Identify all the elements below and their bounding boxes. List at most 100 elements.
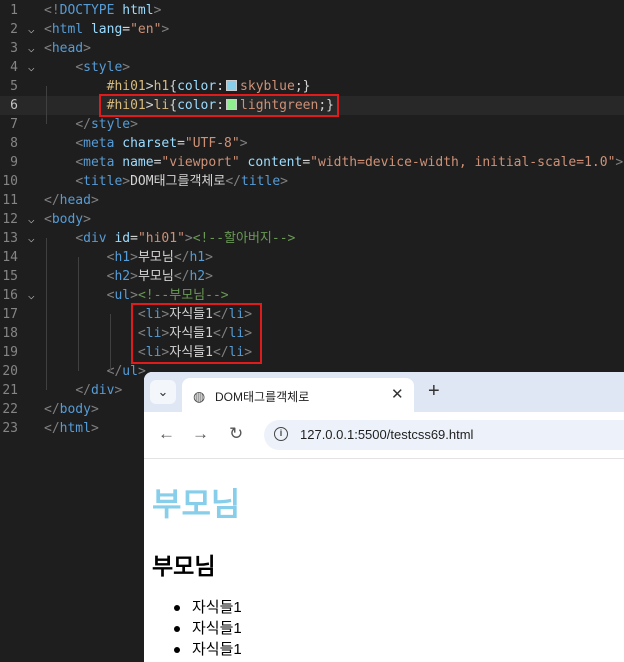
reload-icon[interactable]: ↻ bbox=[229, 424, 243, 444]
line-number: 4 bbox=[10, 60, 18, 75]
address-bar[interactable]: i 127.0.0.1:5500/testcss69.html bbox=[264, 420, 624, 450]
line-number: 18 bbox=[2, 326, 18, 341]
code-line[interactable]: 16 ⌵ <ul><!--부모님--> bbox=[0, 286, 624, 305]
token: > bbox=[130, 269, 138, 284]
highlight-box-li-items bbox=[131, 303, 262, 364]
fold-chevron-icon[interactable]: ⌵ bbox=[28, 210, 35, 229]
site-info-icon[interactable]: i bbox=[274, 427, 288, 441]
fold-chevron-icon[interactable]: ⌵ bbox=[28, 39, 35, 58]
token: </ bbox=[106, 364, 123, 379]
code-text: <body> bbox=[44, 210, 91, 229]
code-line[interactable]: 12 ⌵ <body> bbox=[0, 210, 624, 229]
color-swatch-icon[interactable] bbox=[226, 80, 238, 91]
token: h1 bbox=[114, 250, 131, 265]
code-text: <html lang="en"> bbox=[44, 20, 169, 39]
code-text: </div> bbox=[44, 381, 122, 400]
token: body bbox=[59, 402, 91, 417]
code-line[interactable]: 1 <!DOCTYPE html> bbox=[0, 1, 624, 20]
new-tab-button[interactable]: + bbox=[428, 381, 440, 401]
browser-tab[interactable]: ◍ DOM태그를객체로 ✕ bbox=[182, 378, 414, 412]
code-text: <h1>부모님</h1> bbox=[44, 248, 213, 267]
token: > bbox=[145, 79, 154, 94]
fold-chevron-icon[interactable]: ⌵ bbox=[28, 20, 35, 39]
token: </ bbox=[173, 269, 190, 284]
token: title bbox=[83, 174, 123, 189]
code-text: <!DOCTYPE html> bbox=[44, 1, 161, 20]
list-item: 자식들1 bbox=[170, 618, 242, 639]
code-line[interactable]: 18 <li>자식들1</li> bbox=[0, 324, 624, 343]
navigation-bar: ← → ↻ i 127.0.0.1:5500/testcss69.html bbox=[144, 412, 624, 459]
code-line[interactable]: 11 </head> bbox=[0, 191, 624, 210]
code-line[interactable]: 14 <h1>부모님</h1> bbox=[0, 248, 624, 267]
code-text: </style> bbox=[44, 115, 138, 134]
token: </ bbox=[75, 117, 91, 132]
line-number: 10 bbox=[2, 174, 18, 189]
url-text: 127.0.0.1:5500/testcss69.html bbox=[300, 427, 474, 442]
page-heading-h2: 부모님 bbox=[152, 553, 216, 579]
indent-guide bbox=[46, 86, 47, 124]
line-number: 2 bbox=[10, 22, 18, 37]
token: meta bbox=[83, 136, 115, 151]
line-number: 6 bbox=[10, 98, 18, 113]
code-line[interactable]: 2 ⌵ <html lang="en"> bbox=[0, 20, 624, 39]
fold-chevron-icon[interactable]: ⌵ bbox=[28, 286, 35, 305]
code-line[interactable]: 7 </style> bbox=[0, 115, 624, 134]
token: h2 bbox=[114, 269, 131, 284]
token: = bbox=[177, 136, 185, 151]
code-line[interactable]: 9 <meta name="viewport" content="width=d… bbox=[0, 153, 624, 172]
token: color bbox=[177, 79, 217, 94]
token: < bbox=[75, 174, 84, 189]
code-line[interactable]: 4 ⌵ <style> bbox=[0, 58, 624, 77]
token: style bbox=[90, 117, 131, 132]
token: "hi01" bbox=[137, 231, 185, 246]
line-number: 14 bbox=[2, 250, 18, 265]
token: h1 bbox=[189, 250, 206, 265]
page-content: 부모님 부모님 자식들1 자식들1 자식들1 bbox=[144, 459, 624, 662]
close-icon[interactable]: ✕ bbox=[391, 385, 404, 403]
token: body bbox=[51, 212, 84, 227]
token: head bbox=[59, 193, 91, 208]
token: charset bbox=[122, 136, 178, 151]
token: DOCTYPE bbox=[59, 3, 115, 18]
code-line[interactable]: 13 ⌵ <div id="hi01"><!--할아버지--> bbox=[0, 229, 624, 248]
indent-guide bbox=[78, 257, 79, 371]
token: lang bbox=[90, 22, 123, 37]
line-number: 13 bbox=[2, 231, 18, 246]
code-line[interactable]: 10 <title>DOM태그를객체로</title> bbox=[0, 172, 624, 191]
token: h2 bbox=[189, 269, 206, 284]
token: </ bbox=[173, 250, 190, 265]
token: </ bbox=[44, 402, 60, 417]
token: < bbox=[44, 22, 52, 37]
token: > bbox=[615, 155, 624, 170]
code-line[interactable]: 15 <h2>부모님</h2> bbox=[0, 267, 624, 286]
token: > bbox=[130, 288, 138, 303]
token: DOM태그를객체로 bbox=[130, 174, 226, 189]
token: > bbox=[205, 269, 213, 284]
fold-chevron-icon[interactable]: ⌵ bbox=[28, 229, 35, 248]
code-line[interactable]: 8 <meta charset="UTF-8"> bbox=[0, 134, 624, 153]
back-icon[interactable]: ← bbox=[158, 424, 175, 444]
token: > bbox=[90, 402, 99, 417]
code-line[interactable]: 17 <li>자식들1</li> bbox=[0, 305, 624, 324]
code-line[interactable]: 3 ⌵ <head> bbox=[0, 39, 624, 58]
forward-icon[interactable]: → bbox=[192, 424, 209, 444]
code-text: <h2>부모님</h2> bbox=[44, 267, 213, 286]
token: ;} bbox=[294, 79, 311, 94]
line-number: 17 bbox=[2, 307, 18, 322]
fold-chevron-icon[interactable]: ⌵ bbox=[28, 58, 35, 77]
token: > bbox=[114, 383, 123, 398]
browser-window: ⌄ ◍ DOM태그를객체로 ✕ + ← → ↻ i 127.0.0.1:5500… bbox=[144, 372, 624, 662]
line-number: 3 bbox=[10, 41, 18, 56]
token: html bbox=[59, 421, 91, 436]
code-line[interactable]: 19 <li>자식들1</li> bbox=[0, 343, 624, 362]
chevron-down-icon[interactable]: ⌄ bbox=[150, 380, 176, 404]
